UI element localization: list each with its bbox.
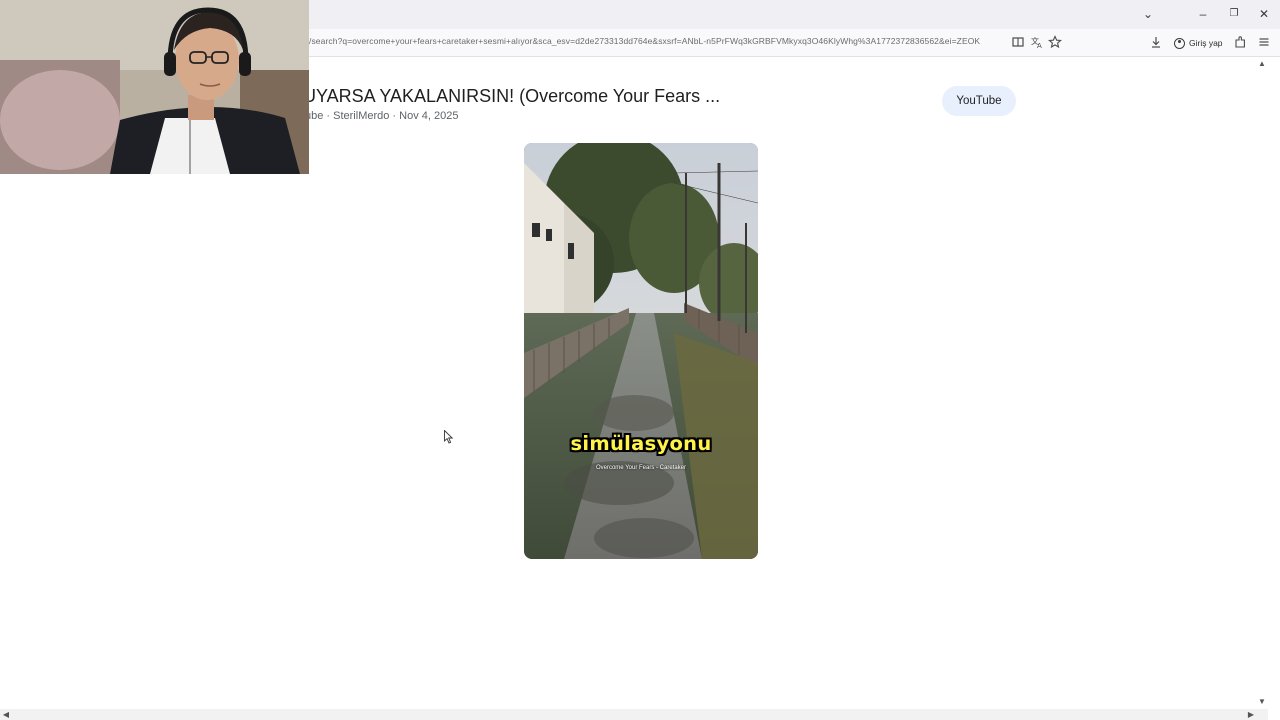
scroll-up-arrow-icon[interactable]: ▲	[1257, 59, 1267, 69]
translate-icon[interactable]: 文A	[1029, 35, 1045, 51]
close-button[interactable]: ✕	[1253, 4, 1275, 24]
webcam-overlay	[0, 0, 309, 174]
screen: ⌄ – ❐ ✕ /search?q=overcome+your+fears+ca…	[0, 0, 1280, 720]
scroll-down-arrow-icon[interactable]: ▼	[1257, 697, 1267, 707]
video-frame-scene	[524, 143, 758, 559]
bookmark-star-icon[interactable]	[1047, 35, 1063, 51]
tab-list-chevron-icon[interactable]: ⌄	[1137, 4, 1159, 24]
download-icon[interactable]	[1148, 35, 1164, 51]
sign-in-label: Giriş yap	[1189, 38, 1223, 48]
svg-text:A: A	[1037, 42, 1042, 49]
sign-in-button[interactable]: Giriş yap	[1170, 34, 1227, 52]
extensions-icon[interactable]	[1232, 35, 1248, 51]
mouse-cursor-icon	[444, 430, 454, 444]
url-field[interactable]: /search?q=overcome+your+fears+caretaker+…	[309, 36, 1009, 50]
menu-icon[interactable]	[1256, 35, 1272, 51]
scroll-left-arrow-icon[interactable]: ◀	[1, 710, 11, 720]
video-subcaption: Overcome Your Fears - Caretaker	[595, 465, 687, 471]
minimize-button[interactable]: –	[1192, 4, 1214, 24]
video-player[interactable]: simülasyonu Overcome Your Fears - Careta…	[524, 143, 758, 559]
reader-view-icon[interactable]	[1010, 35, 1026, 51]
webcam-person-image	[0, 0, 309, 174]
vertical-scrollbar[interactable]: ▲ ▼	[1256, 57, 1268, 710]
youtube-source-chip[interactable]: YouTube	[942, 86, 1016, 116]
horizontal-scrollbar[interactable]: ◀ ▶	[0, 709, 1268, 720]
video-title[interactable]: İ DUYARSA YAKALANIRSIN! (Overcome Your F…	[280, 86, 720, 107]
account-icon	[1174, 37, 1185, 49]
video-meta: ube · SterilMerdo · Nov 4, 2025	[305, 110, 459, 122]
scroll-right-arrow-icon[interactable]: ▶	[1246, 710, 1256, 720]
restore-button[interactable]: ❐	[1223, 4, 1245, 24]
video-caption: simülasyonu	[570, 432, 712, 455]
